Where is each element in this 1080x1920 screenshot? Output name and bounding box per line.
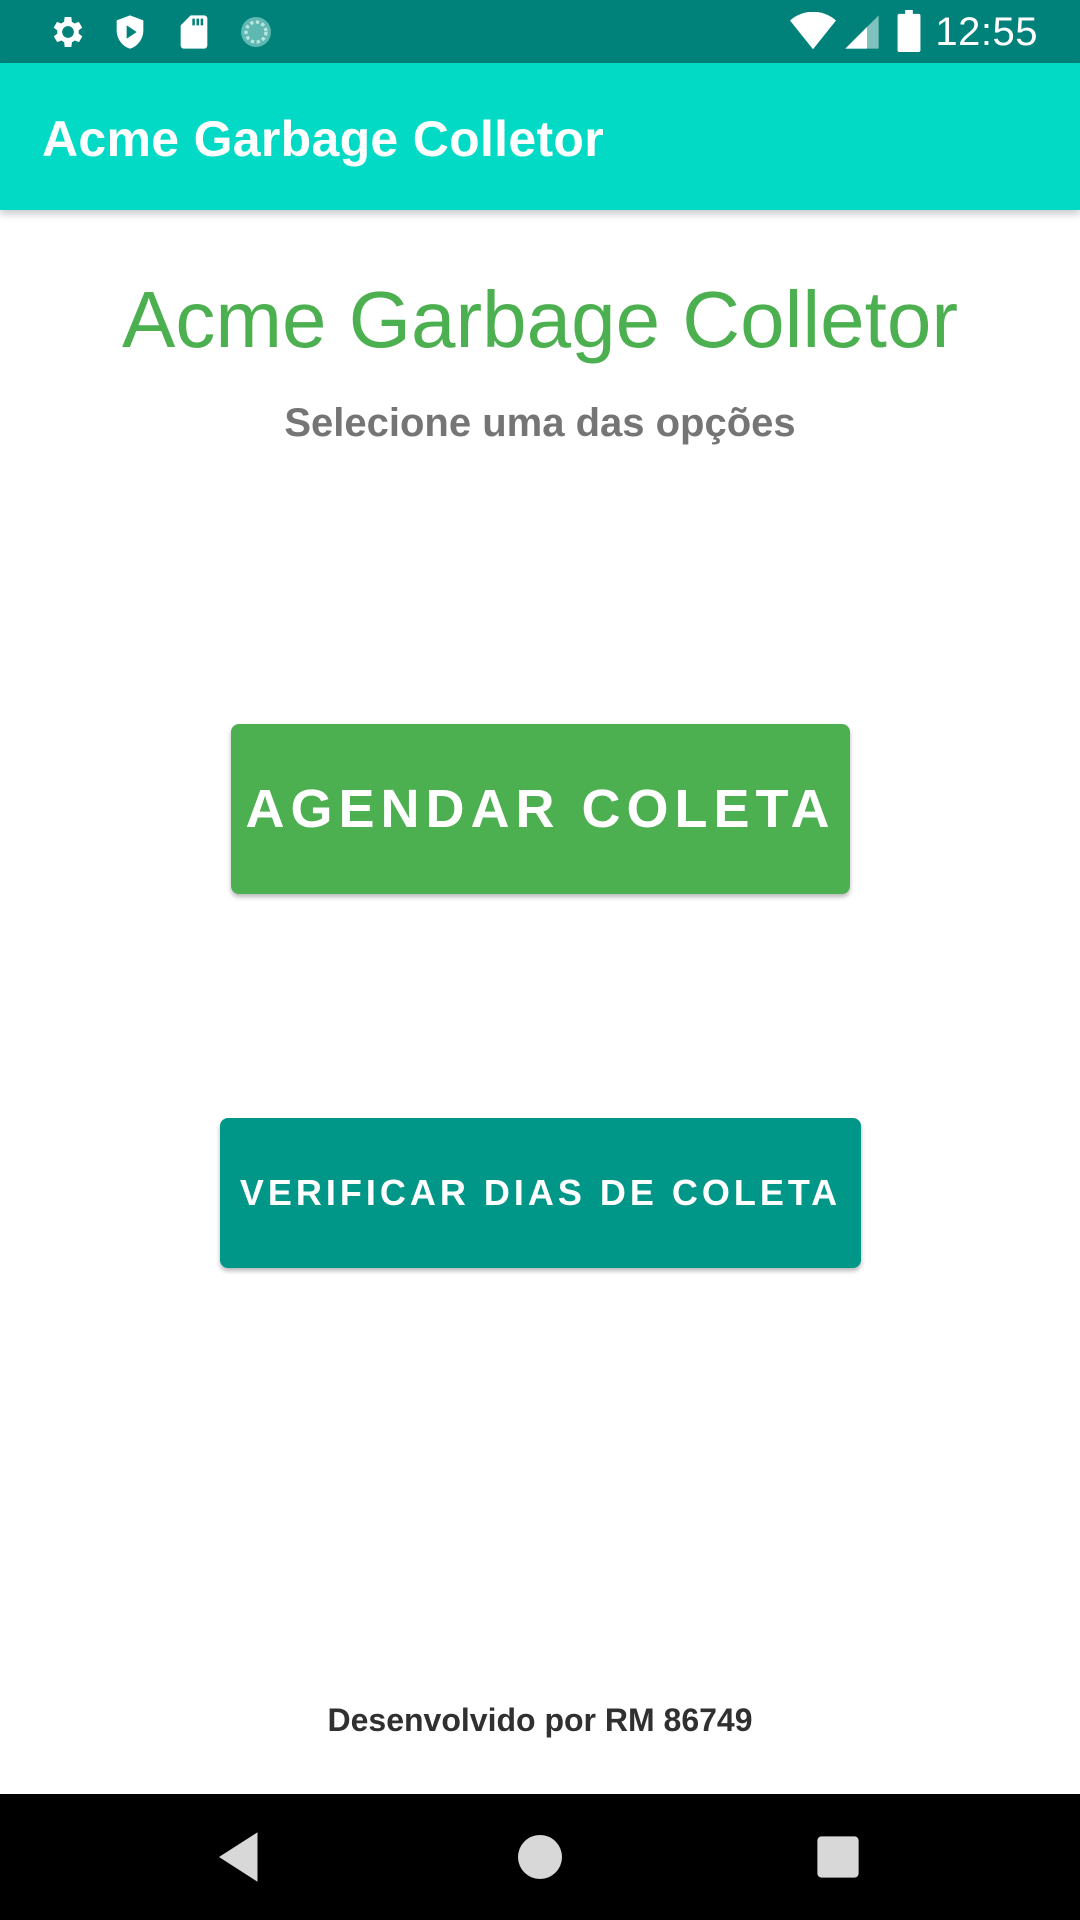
check-collection-days-button[interactable]: VERIFICAR DIAS DE COLETA <box>220 1118 861 1268</box>
home-icon[interactable] <box>507 1824 573 1890</box>
app-bar: Acme Garbage Colletor <box>0 63 1080 210</box>
developer-credit: Desenvolvido por RM 86749 <box>327 1702 753 1738</box>
recents-icon[interactable] <box>805 1824 871 1890</box>
navigation-bar <box>0 1794 1080 1920</box>
battery-icon <box>897 10 921 52</box>
wifi-icon <box>790 12 836 50</box>
status-time: 12:55 <box>935 10 1038 54</box>
schedule-collection-button[interactable]: AGENDAR COLETA <box>231 724 850 894</box>
sd-card-icon <box>180 15 208 49</box>
back-icon[interactable] <box>208 1824 274 1890</box>
gear-icon <box>53 17 83 47</box>
app-bar-title: Acme Garbage Colletor <box>42 111 605 167</box>
page-title: Acme Garbage Colletor <box>122 275 958 364</box>
sync-circle-icon <box>241 17 271 47</box>
signal-icon <box>845 15 879 49</box>
page-subtitle: Selecione uma das opções <box>284 401 796 445</box>
status-bar: 12:55 <box>0 0 1080 63</box>
shield-play-icon <box>116 15 144 49</box>
screen: 12:55 Acme Garbage Colletor Acme Garbage… <box>0 0 1080 1920</box>
